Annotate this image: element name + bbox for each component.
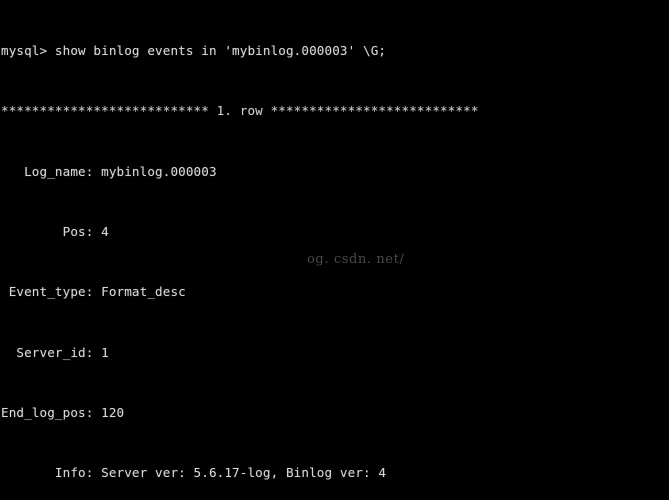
terminal-line-command: mysql> show binlog events in 'mybinlog.0… <box>1 43 387 59</box>
row1-log-name: Log_name: mybinlog.000003 <box>1 163 217 179</box>
row1-event-type: Event_type: Format_desc <box>1 284 186 300</box>
row1-info: Info: Server ver: 5.6.17-log, Binlog ver… <box>1 465 387 481</box>
terminal-window[interactable]: mysql> show binlog events in 'mybinlog.0… <box>0 0 669 500</box>
row1-pos: Pos: 4 <box>1 224 109 240</box>
row1-end-log-pos: End_log_pos: 120 <box>1 404 125 420</box>
row-separator-1: *************************** 1. row *****… <box>1 103 479 119</box>
row1-server-id: Server_id: 1 <box>1 344 109 360</box>
terminal-output[interactable]: mysql> show binlog events in 'mybinlog.0… <box>0 1 669 500</box>
